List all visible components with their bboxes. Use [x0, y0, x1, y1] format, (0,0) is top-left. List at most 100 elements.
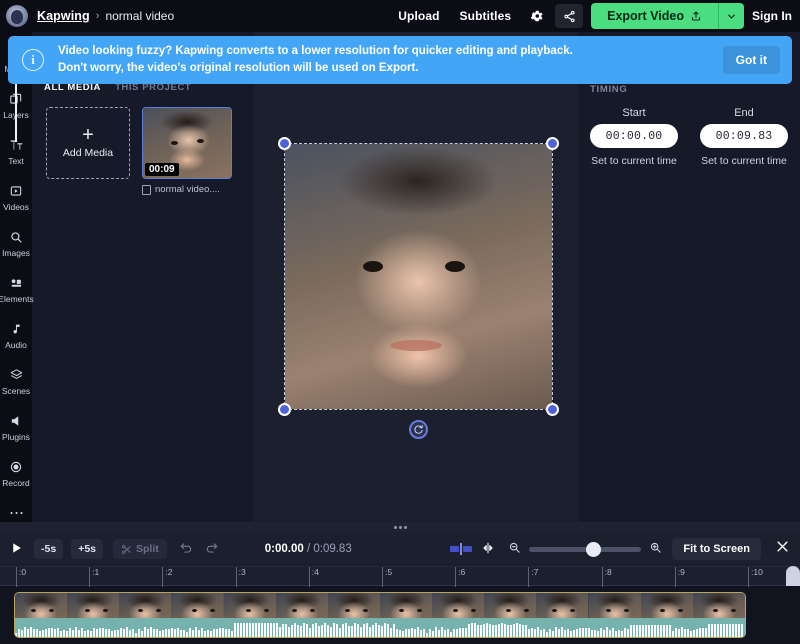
keyframe-icon[interactable] — [450, 543, 472, 555]
sidebar-item-videos[interactable]: Videos — [0, 174, 32, 220]
waveform-peak — [222, 628, 224, 637]
end-set-current-time[interactable]: Set to current time — [700, 155, 788, 167]
waveform-peak — [123, 629, 125, 637]
ruler-tick: :2 — [162, 567, 172, 587]
sidebar-item-scenes[interactable]: Scenes — [0, 358, 32, 404]
waveform-peak — [282, 624, 284, 637]
gear-icon[interactable] — [523, 4, 551, 28]
waveform-peak — [564, 630, 566, 637]
redo-icon[interactable] — [205, 541, 219, 558]
sidebar-item-images[interactable]: Images — [0, 220, 32, 266]
plus-icon: + — [82, 127, 94, 143]
resize-handle-top-right[interactable] — [546, 137, 559, 150]
sidebar-item-plugins[interactable]: Plugins — [0, 404, 32, 450]
waveform-peak — [501, 623, 503, 637]
waveform-peak — [495, 625, 497, 637]
export-video-button[interactable]: Export Video — [591, 3, 718, 29]
waveform-peak — [486, 623, 488, 637]
waveform-peak — [552, 631, 554, 637]
export-options-caret[interactable] — [718, 3, 744, 29]
waveform-peak — [351, 626, 353, 637]
resize-handle-bottom-right[interactable] — [546, 403, 559, 416]
rotate-icon[interactable] — [409, 420, 428, 439]
timeline-resize-handle[interactable] — [0, 522, 800, 532]
timeline-scroll-nub[interactable] — [786, 566, 800, 586]
start-label: Start — [590, 107, 678, 119]
time-separator: / — [304, 543, 314, 555]
properties-panel: TIMING Start 00:00.00 Set to current tim… — [578, 32, 800, 532]
waveform-peak — [441, 627, 443, 637]
start-time-input[interactable]: 00:00.00 — [590, 124, 678, 148]
waveform-peak — [540, 630, 542, 637]
sign-in-button[interactable]: Sign In — [752, 9, 792, 23]
file-icon — [142, 185, 151, 195]
waveform-peak — [357, 624, 359, 637]
split-button[interactable]: Split — [113, 539, 167, 559]
waveform-peak — [51, 628, 53, 637]
upload-button[interactable]: Upload — [388, 4, 449, 28]
canvas-area[interactable] — [254, 32, 578, 532]
resize-handle-top-left[interactable] — [278, 137, 291, 150]
brand-name[interactable]: Kapwing — [37, 9, 90, 23]
split-playhead-icon[interactable] — [480, 541, 496, 558]
waveform-peak — [510, 625, 512, 637]
resize-handle-bottom-left[interactable] — [278, 403, 291, 416]
filmstrip-frame-eye — [471, 609, 476, 612]
media-thumbnail[interactable]: 00:09 — [142, 107, 232, 179]
waveform-peak — [438, 630, 440, 638]
waveform-peak — [429, 629, 431, 637]
waveform-peak — [183, 630, 185, 637]
waveform-peak — [702, 628, 704, 637]
fit-to-screen-button[interactable]: Fit to Screen — [672, 538, 761, 560]
waveform-peak — [642, 625, 644, 637]
waveform-peak — [504, 624, 506, 637]
project-title[interactable]: normal video — [105, 9, 174, 23]
undo-icon[interactable] — [179, 541, 193, 558]
close-icon[interactable] — [775, 539, 790, 559]
ruler-tick-label: :1 — [92, 567, 99, 578]
waveform-peak — [258, 623, 260, 637]
total-time-label: 0:09.83 — [313, 543, 351, 555]
subtitles-button[interactable]: Subtitles — [450, 4, 522, 28]
rewind-5s-button[interactable]: -5s — [34, 539, 63, 559]
waveform-peak — [717, 624, 719, 637]
timeline-ruler[interactable]: :0:1:2:3:4:5:6:7:8:9:10 — [0, 566, 800, 586]
brand-logo[interactable] — [6, 5, 28, 27]
got-it-button[interactable]: Got it — [723, 46, 780, 74]
sidebar-label-scenes: Scenes — [2, 386, 30, 396]
waveform-peak — [261, 623, 263, 637]
zoom-in-icon[interactable] — [649, 541, 662, 557]
media-item[interactable]: 00:09 normal video.... — [142, 107, 232, 195]
waveform-peak — [687, 629, 689, 637]
waveform-peak — [213, 629, 215, 637]
play-icon[interactable] — [6, 541, 26, 558]
waveform-peak — [243, 623, 245, 637]
waveform-peak — [591, 630, 593, 637]
zoom-slider-knob[interactable] — [586, 542, 601, 557]
add-media-button[interactable]: + Add Media — [46, 107, 130, 179]
waveform-peak — [447, 629, 449, 637]
zoom-slider[interactable] — [529, 547, 641, 552]
sidebar-item-elements[interactable]: Elements — [0, 266, 32, 312]
waveform-peak — [567, 629, 569, 637]
start-set-current-time[interactable]: Set to current time — [590, 155, 678, 167]
waveform-peak — [639, 625, 641, 637]
zoom-out-icon[interactable] — [508, 541, 521, 557]
selected-video-layer[interactable] — [285, 144, 552, 409]
waveform-peak — [693, 630, 695, 637]
waveform-peak — [120, 628, 122, 637]
forward-5s-button[interactable]: +5s — [71, 539, 103, 559]
sidebar-label-videos: Videos — [3, 202, 29, 212]
sidebar-item-audio[interactable]: Audio — [0, 312, 32, 358]
waveform-peak — [579, 628, 581, 637]
sidebar-item-record[interactable]: Record — [0, 450, 32, 496]
waveform-peak — [75, 627, 77, 637]
filmstrip-frame-eye — [85, 609, 90, 612]
timeline-track-area[interactable] — [0, 586, 800, 644]
end-time-input[interactable]: 00:09.83 — [700, 124, 788, 148]
share-icon[interactable] — [555, 4, 583, 28]
timeline-clip[interactable] — [14, 592, 746, 638]
waveform-peak — [156, 629, 158, 637]
waveform-peak — [288, 627, 290, 637]
info-icon: i — [22, 49, 44, 71]
